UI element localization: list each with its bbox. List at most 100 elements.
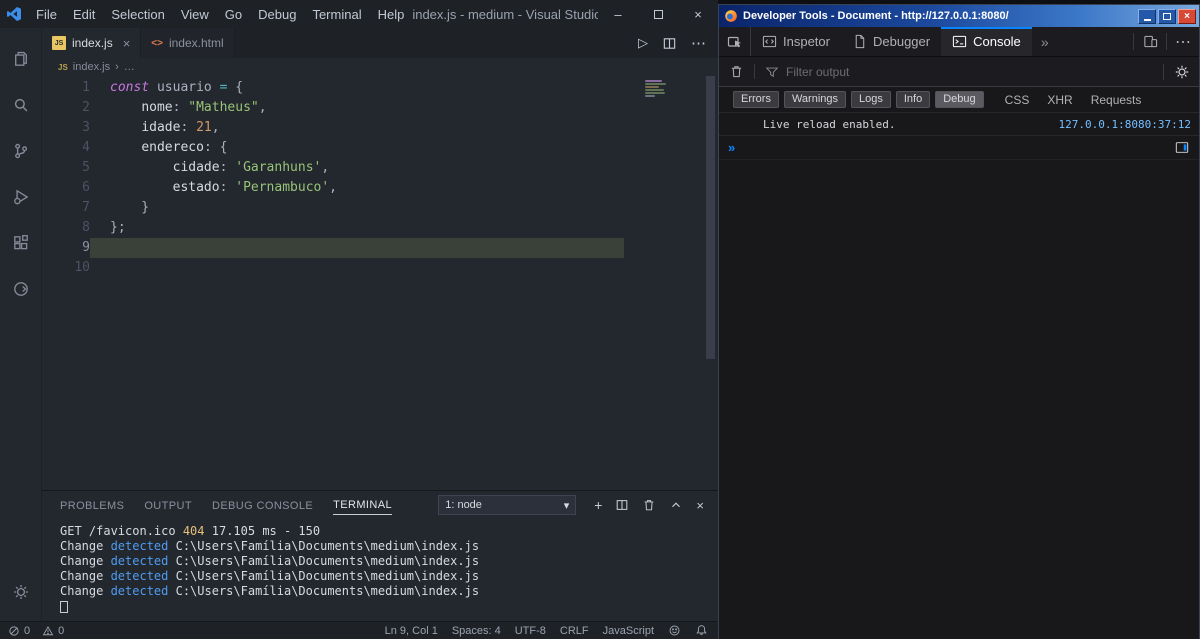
- minimap[interactable]: [645, 80, 666, 98]
- explorer-icon[interactable]: [0, 36, 42, 82]
- code-text: };: [90, 218, 126, 238]
- editor-scrollbar[interactable]: [706, 76, 715, 359]
- code-text: idade: 21,: [90, 118, 219, 138]
- terminal[interactable]: GET /favicon.ico 404 17.105 ms - 150 Chan…: [42, 519, 718, 621]
- split-editor-icon[interactable]: [662, 36, 677, 51]
- console-message: Live reload enabled.: [763, 117, 896, 131]
- maximize-button[interactable]: [638, 0, 678, 28]
- code-line[interactable]: 4 endereco: {: [42, 138, 718, 158]
- menu-file[interactable]: File: [28, 0, 65, 28]
- run-code-icon[interactable]: ▷: [638, 35, 648, 51]
- close-button[interactable]: ×: [678, 0, 718, 28]
- breadcrumb-file[interactable]: index.js: [73, 61, 110, 73]
- code-line[interactable]: 2 nome: "Matheus",: [42, 98, 718, 118]
- close-tab-icon[interactable]: ×: [123, 36, 131, 51]
- code-line[interactable]: 1 const usuario = {: [42, 78, 718, 98]
- tab-console[interactable]: Console: [941, 27, 1032, 56]
- new-terminal-icon[interactable]: +: [594, 497, 602, 513]
- minimize-button[interactable]: [1138, 8, 1156, 24]
- filter-debug[interactable]: Debug: [935, 91, 984, 108]
- menu-debug[interactable]: Debug: [250, 0, 304, 28]
- sidebar-toggle-icon[interactable]: [1175, 141, 1189, 154]
- filter-requests[interactable]: Requests: [1091, 93, 1142, 107]
- eol-setting[interactable]: CRLF: [560, 625, 589, 637]
- devtools-titlebar[interactable]: Developer Tools - Document - http://127.…: [719, 5, 1199, 27]
- close-panel-icon[interactable]: ×: [696, 498, 704, 513]
- menu-edit[interactable]: Edit: [65, 0, 103, 28]
- encoding-setting[interactable]: UTF-8: [515, 625, 546, 637]
- code-line[interactable]: 3 idade: 21,: [42, 118, 718, 138]
- line-number: 6: [82, 180, 90, 195]
- code-line[interactable]: 10: [42, 258, 718, 278]
- text-segment: ,: [321, 160, 330, 175]
- breadcrumb: JS index.js › …: [42, 58, 718, 76]
- breadcrumb-more[interactable]: …: [124, 61, 135, 73]
- filter-css[interactable]: CSS: [1005, 93, 1030, 107]
- feedback-smiley-icon[interactable]: [668, 624, 681, 637]
- text-segment: Change: [60, 569, 111, 583]
- tab-problems[interactable]: PROBLEMS: [60, 496, 124, 515]
- clear-console-icon[interactable]: [719, 64, 755, 79]
- warning-count[interactable]: 0: [42, 625, 64, 637]
- code-line[interactable]: 6 estado: 'Pernambuco',: [42, 178, 718, 198]
- editor-tabbar: JS index.js × <> index.html ▷ ⋯: [42, 28, 718, 58]
- tab-inspector[interactable]: Inspetor: [751, 27, 841, 56]
- responsive-design-icon[interactable]: [1134, 27, 1166, 56]
- kill-terminal-icon[interactable]: [642, 498, 656, 512]
- tab-index-js[interactable]: JS index.js ×: [42, 28, 142, 58]
- error-count[interactable]: 0: [8, 625, 30, 637]
- source-control-icon[interactable]: [0, 128, 42, 174]
- menu-selection[interactable]: Selection: [103, 0, 172, 28]
- close-button[interactable]: ×: [1178, 8, 1196, 24]
- language-mode[interactable]: JavaScript: [603, 625, 654, 637]
- code-text: cidade: 'Garanhuns',: [90, 158, 330, 178]
- maximize-panel-icon[interactable]: [669, 498, 683, 512]
- filter-errors[interactable]: Errors: [733, 91, 779, 108]
- menu-view[interactable]: View: [173, 0, 217, 28]
- minimize-button[interactable]: –: [598, 0, 638, 28]
- filter-warnings[interactable]: Warnings: [783, 91, 847, 108]
- tab-overflow-chevron[interactable]: »: [1032, 27, 1058, 56]
- minimize-icon: [1143, 12, 1151, 21]
- pick-element-icon[interactable]: [719, 27, 751, 56]
- tab-debugger[interactable]: Debugger: [841, 27, 941, 56]
- console-message-row: Live reload enabled. 127.0.0.1:8080:37:1…: [719, 113, 1199, 136]
- tab-label: Console: [973, 34, 1021, 49]
- terminal-line: Change detected C:\Users\Família\Documen…: [60, 569, 718, 584]
- debug-icon[interactable]: [0, 174, 42, 220]
- search-icon[interactable]: [0, 82, 42, 128]
- code-text: const usuario = {: [90, 78, 243, 98]
- maximize-button[interactable]: [1158, 8, 1176, 24]
- code-line[interactable]: 7 }: [42, 198, 718, 218]
- menu-terminal[interactable]: Terminal: [304, 0, 369, 28]
- tab-output[interactable]: OUTPUT: [144, 496, 192, 515]
- text-segment: Change: [60, 584, 111, 598]
- tab-terminal[interactable]: TERMINAL: [333, 495, 392, 515]
- notifications-bell-icon[interactable]: [695, 624, 708, 637]
- code-line[interactable]: 8};: [42, 218, 718, 238]
- menu-help[interactable]: Help: [370, 0, 413, 28]
- live-share-icon[interactable]: [0, 266, 42, 312]
- menu-go[interactable]: Go: [217, 0, 250, 28]
- indentation-setting[interactable]: Spaces: 4: [452, 625, 501, 637]
- console-empty-area[interactable]: [719, 160, 1199, 639]
- extensions-icon[interactable]: [0, 220, 42, 266]
- code-line[interactable]: 9: [42, 238, 718, 258]
- cursor-position[interactable]: Ln 9, Col 1: [385, 625, 438, 637]
- filter-info[interactable]: Info: [895, 91, 931, 108]
- devtools-menu-icon[interactable]: ⋯: [1167, 27, 1199, 56]
- terminal-shell-select[interactable]: 1: node ▾: [438, 495, 577, 515]
- more-actions-icon[interactable]: ⋯: [691, 34, 706, 52]
- filter-output-input[interactable]: Filter output: [755, 65, 1163, 79]
- code-editor[interactable]: 1 const usuario = {2 nome: "Matheus", 3 id…: [42, 76, 718, 490]
- tab-debug-console[interactable]: DEBUG CONSOLE: [212, 496, 313, 515]
- console-settings-gear-icon[interactable]: [1163, 63, 1199, 80]
- manage-gear-icon[interactable]: [0, 569, 42, 615]
- code-line[interactable]: 5 cidade: 'Garanhuns',: [42, 158, 718, 178]
- filter-logs[interactable]: Logs: [851, 91, 891, 108]
- split-terminal-icon[interactable]: [615, 498, 629, 512]
- tab-index-html[interactable]: <> index.html: [141, 28, 235, 58]
- console-input-row[interactable]: »: [719, 136, 1199, 160]
- filter-xhr[interactable]: XHR: [1047, 93, 1072, 107]
- source-link[interactable]: 127.0.0.1:8080:37:12: [1059, 118, 1191, 131]
